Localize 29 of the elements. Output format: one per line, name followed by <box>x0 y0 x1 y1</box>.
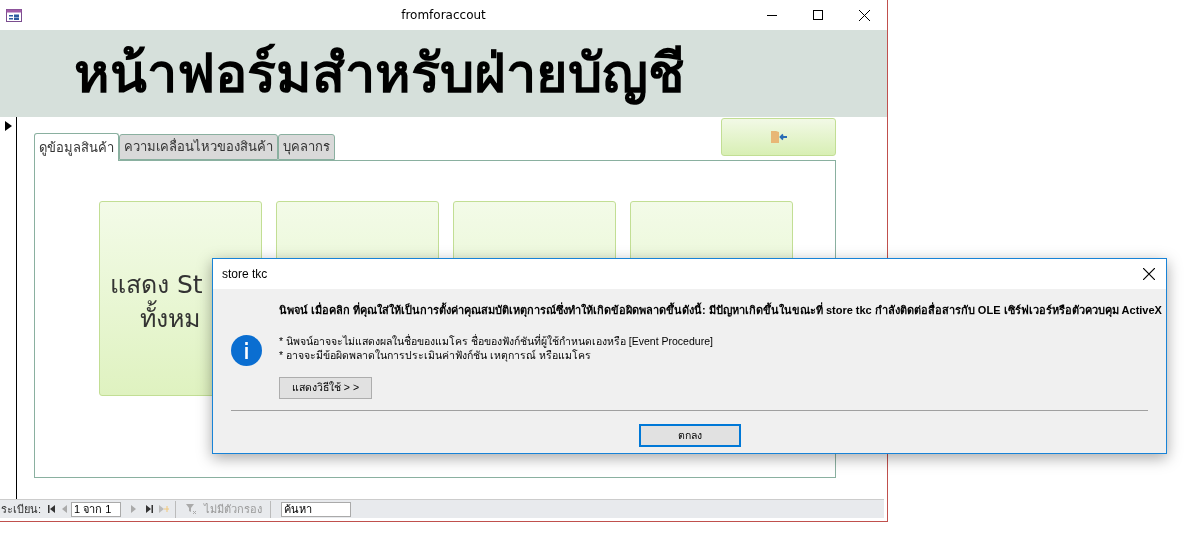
first-record-icon[interactable] <box>48 505 56 513</box>
tab[interactable]: ความเคลื่อนไหวของสินค้า <box>119 134 278 160</box>
close-icon <box>858 9 870 21</box>
ok-button[interactable]: ตกลง <box>638 424 741 447</box>
error-note: * อาจจะมีข้อผิดพลาดในการประเมินค่าฟังก์ชัน เหตุการณ์ หรือแมโคร <box>279 348 592 362</box>
filter-icon[interactable] <box>186 504 197 514</box>
search-field[interactable]: ค้นหา <box>281 501 352 517</box>
error-message: นิพจน์ เมื่อคลิก ที่คุณใส่ให้เป็นการตั้งค่าคุณสมบัติเหตุการณ์ซึ่งทำให้เกิดข้อผิดพลาดขึ้นดังนี้: มีปัญหาเกิดขึ้นในขณะที่ store tkc กำลังติดต่อสื่อสารกับ OLE เซิร์ฟเวอร์หรือตัวควบคุม ActiveX <box>279 303 1162 317</box>
exit-button[interactable] <box>721 118 836 156</box>
record-label: ระเบียน: <box>1 501 42 517</box>
tab[interactable]: บุคลากร <box>278 134 335 160</box>
maximize-icon <box>813 10 823 20</box>
minimize-icon <box>767 14 777 16</box>
current-record-icon <box>4 121 12 131</box>
record-number-field[interactable]: 1 จาก 1 <box>71 501 122 517</box>
error-note: * นิพจน์อาจจะไม่แสดงผลในชื่อของแมโคร ชื่อของฟังก์ชันที่ผู้ใช้กำหนดเองหรือ [Event Procedure] <box>279 334 713 348</box>
last-record-icon[interactable] <box>146 505 154 513</box>
window-title: fromforaccout <box>401 8 486 22</box>
close-button[interactable] <box>1142 267 1156 281</box>
form-title: หน้าฟอร์มสำหรับฝ่ายบัญชี <box>74 42 685 107</box>
show-help-button[interactable]: แสดงวิธีใช้ > > <box>279 377 372 399</box>
next-record-icon[interactable] <box>131 505 137 513</box>
form-icon <box>6 8 22 22</box>
info-icon <box>231 335 262 366</box>
tab[interactable]: ดูข้อมูลสินค้า <box>34 133 119 161</box>
close-icon <box>1143 268 1155 280</box>
new-record-icon[interactable] <box>159 505 170 513</box>
door-exit-icon <box>769 130 788 144</box>
previous-record-icon[interactable] <box>62 505 68 513</box>
